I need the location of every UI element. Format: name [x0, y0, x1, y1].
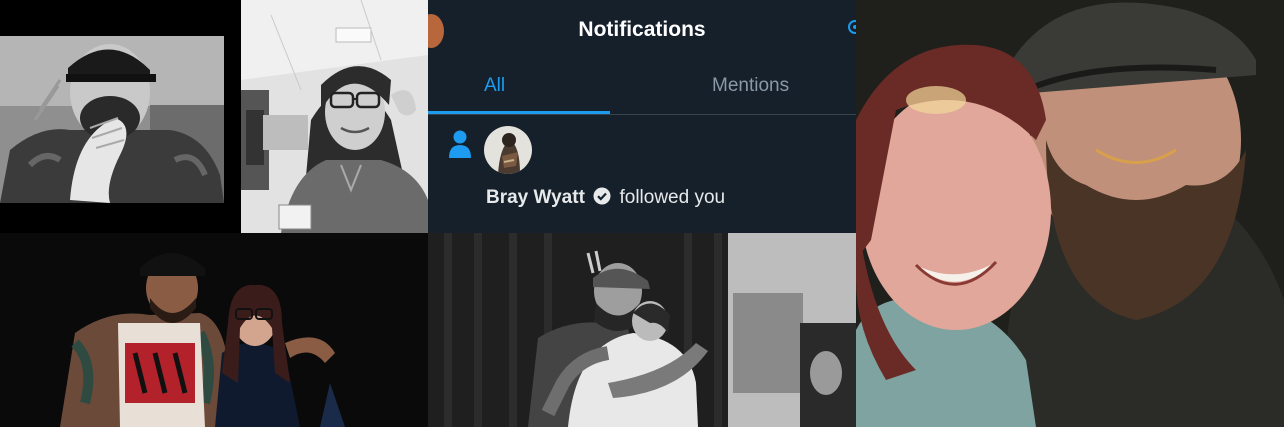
verified-badge-icon	[593, 187, 611, 205]
tab-mentions[interactable]: Mentions	[712, 75, 789, 97]
active-tab-indicator	[428, 111, 610, 114]
photo-man-video-call	[0, 0, 241, 233]
photo-couple-selfie	[856, 0, 1284, 427]
notification-item[interactable]: Bray Wyatt followed you	[428, 115, 856, 233]
person-icon	[449, 130, 471, 158]
user-avatar[interactable]	[484, 126, 532, 174]
notifications-screenshot: Notifications All Mentions Bray Wyatt fo…	[428, 0, 856, 233]
action-text: followed you	[619, 187, 726, 208]
photo-hug-in-store	[428, 233, 856, 427]
tab-bar: All Mentions	[428, 62, 856, 115]
page-title: Notifications	[578, 18, 706, 41]
user-name[interactable]: Bray Wyatt	[486, 187, 585, 208]
notification-text: Bray Wyatt followed you	[486, 187, 725, 209]
photo-woman-office	[241, 0, 428, 233]
photo-couple-meet-and-greet	[0, 233, 428, 427]
tab-all[interactable]: All	[484, 75, 505, 97]
